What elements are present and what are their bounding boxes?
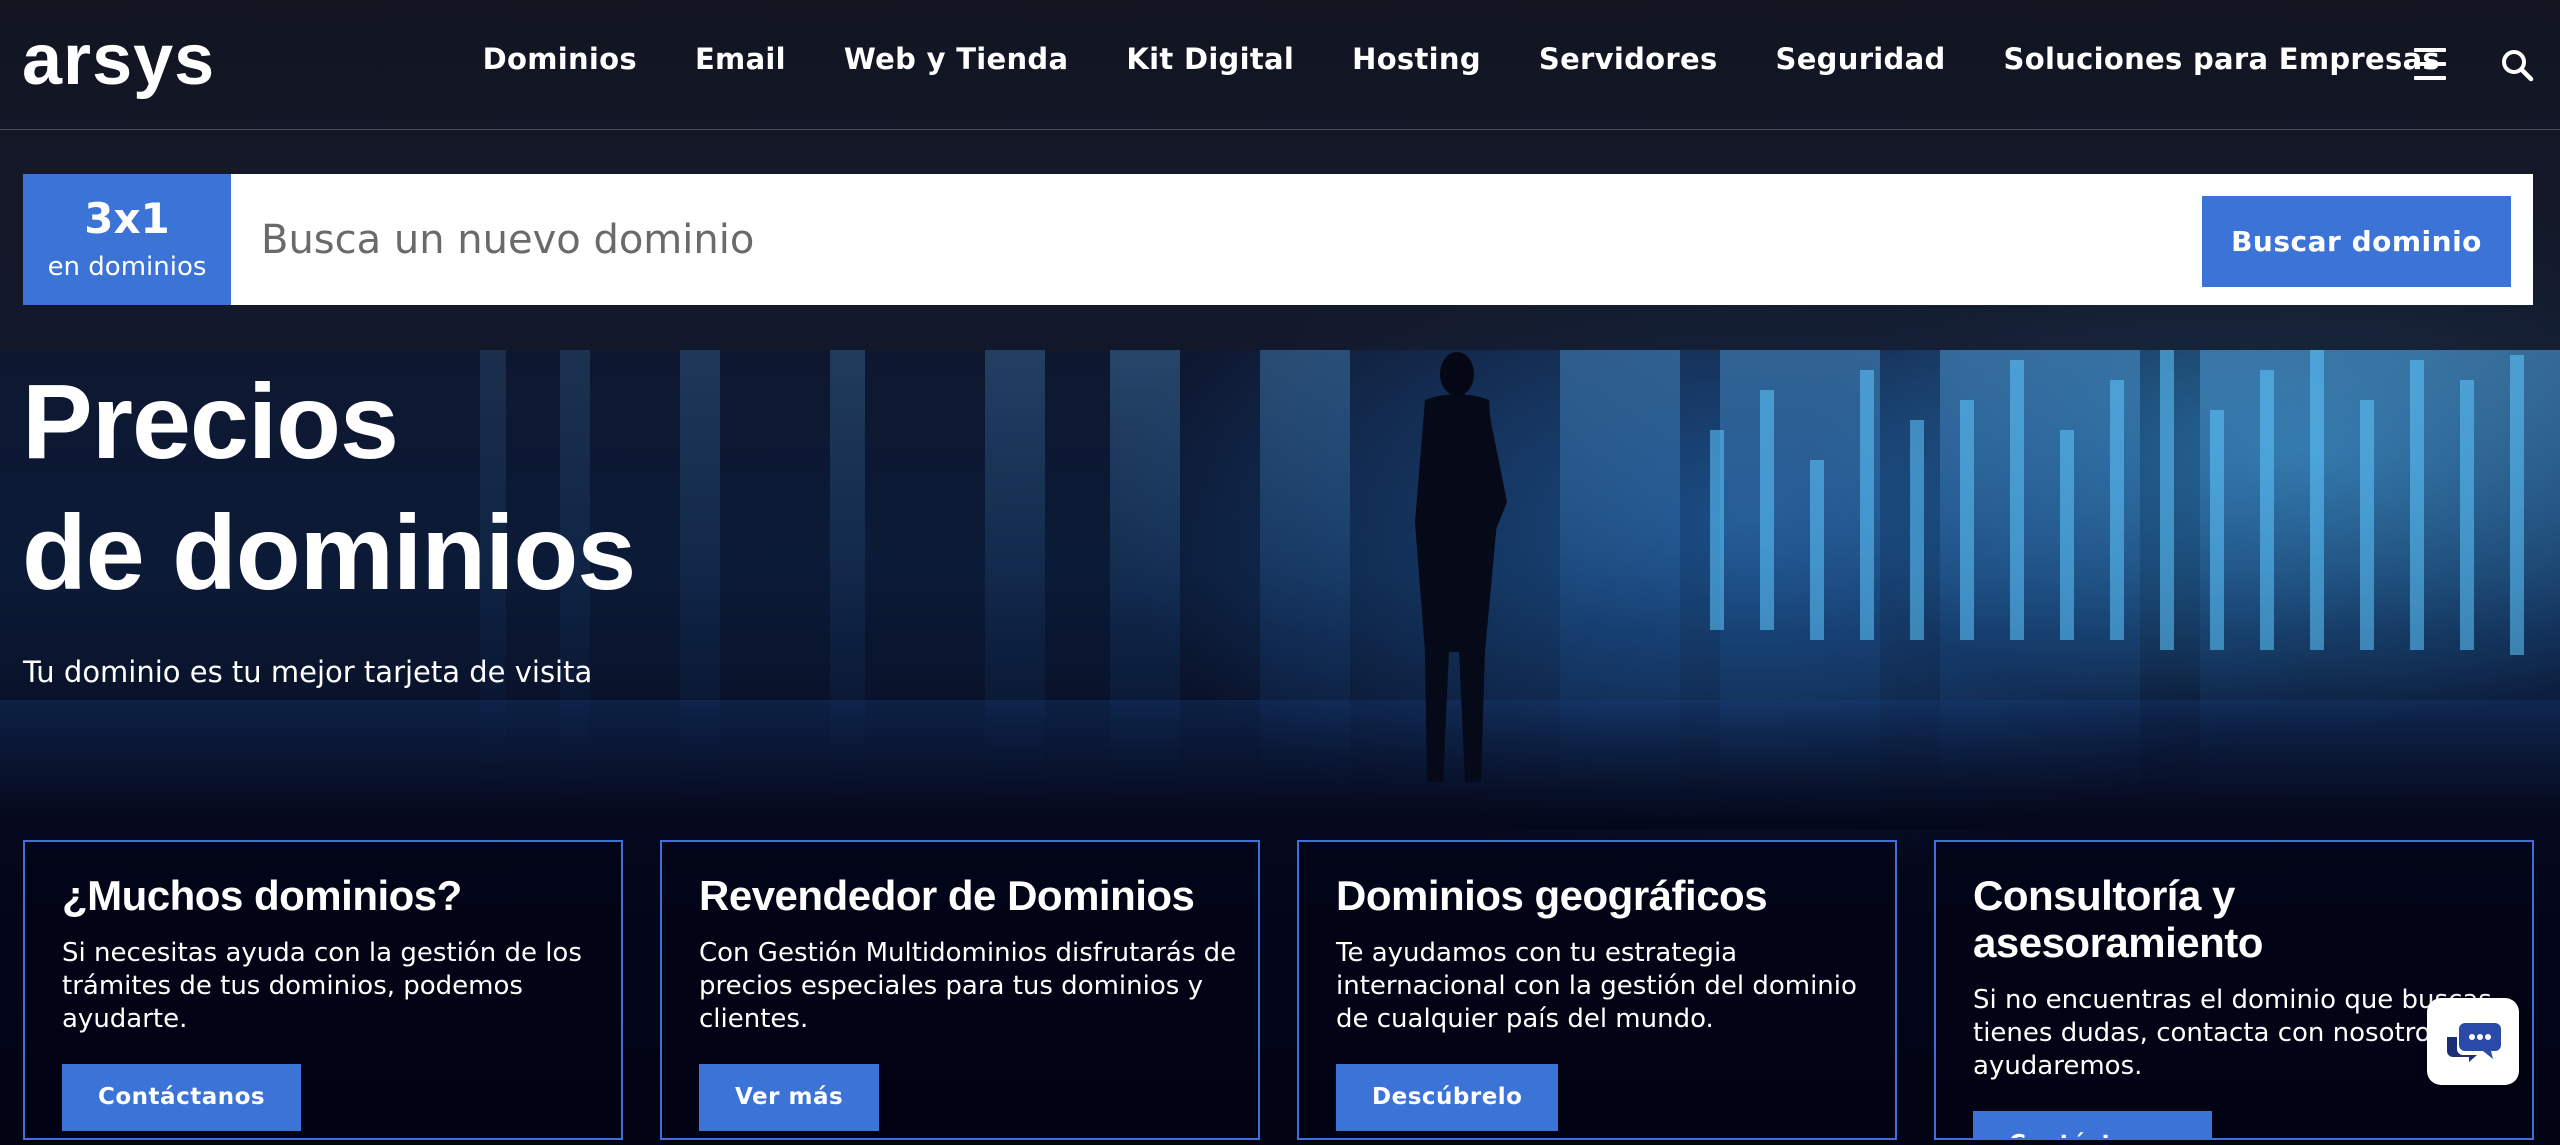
card-text: Con Gestión Multidominios disfrutarás de… — [699, 938, 1237, 1034]
page-title-line-2: de dominios — [22, 494, 636, 612]
card-title: Consultoría y asesoramiento — [1973, 872, 2263, 966]
nav-item-hosting[interactable]: Hosting — [1352, 42, 1481, 76]
card-text: Te ayudamos con tu estrategia internacio… — [1336, 938, 1857, 1034]
search-domain-button[interactable]: Buscar dominio — [2202, 196, 2511, 287]
nav-item-email[interactable]: Email — [695, 42, 786, 76]
card-reseller: Revendedor de Dominios Con Gestión Multi… — [660, 840, 1260, 1140]
nav-item-soluciones-empresas[interactable]: Soluciones para Empresas — [2004, 42, 2440, 76]
site-header: arsys Dominios Email Web y Tienda Kit Di… — [0, 0, 2560, 130]
page-title-line-1: Precios — [22, 363, 399, 481]
card-title: Revendedor de Dominios — [699, 872, 1195, 919]
domain-search-bar: 3x1 en dominios Buscar dominio — [23, 174, 2533, 305]
nav-item-dominios[interactable]: Dominios — [483, 42, 637, 76]
contact-button[interactable]: Contáctanos — [1973, 1111, 2213, 1138]
search-icon[interactable] — [2500, 48, 2534, 82]
card-title: ¿Muchos dominios? — [62, 872, 462, 919]
contact-button[interactable]: Contáctanos — [62, 1064, 302, 1131]
promo-badge-subtitle: en dominios — [47, 251, 207, 282]
card-geographic-domains: Dominios geográficos Te ayudamos con tu … — [1297, 840, 1897, 1140]
chat-bubble-icon — [2447, 1022, 2501, 1062]
card-title: Dominios geográficos — [1336, 872, 1768, 919]
promo-badge-title: 3x1 — [84, 193, 170, 243]
card-many-domains: ¿Muchos dominios? Si necesitas ayuda con… — [23, 840, 623, 1140]
nav-item-seguridad[interactable]: Seguridad — [1776, 42, 1946, 76]
page-subtitle: Tu dominio es tu mejor tarjeta de visita — [23, 655, 593, 689]
page-title: Precios de dominios — [22, 357, 636, 619]
main-nav: Dominios Email Web y Tienda Kit Digital … — [483, 42, 2440, 76]
domain-search-input[interactable] — [231, 174, 2533, 305]
discover-button[interactable]: Descúbrelo — [1336, 1064, 1559, 1131]
nav-item-web-y-tienda[interactable]: Web y Tienda — [844, 42, 1068, 76]
chat-widget-button[interactable] — [2427, 998, 2519, 1085]
card-consulting: Consultoría y asesoramiento Si no encuen… — [1934, 840, 2534, 1140]
arsys-logo[interactable]: arsys — [22, 24, 215, 96]
nav-item-kit-digital[interactable]: Kit Digital — [1126, 42, 1294, 76]
hamburger-menu-icon[interactable] — [2414, 48, 2446, 80]
nav-item-servidores[interactable]: Servidores — [1539, 42, 1718, 76]
card-text: Si necesitas ayuda con la gestión de los… — [62, 938, 582, 1034]
person-silhouette-image — [1385, 352, 1525, 792]
see-more-button[interactable]: Ver más — [699, 1064, 880, 1131]
promo-badge: 3x1 en dominios — [23, 174, 231, 305]
